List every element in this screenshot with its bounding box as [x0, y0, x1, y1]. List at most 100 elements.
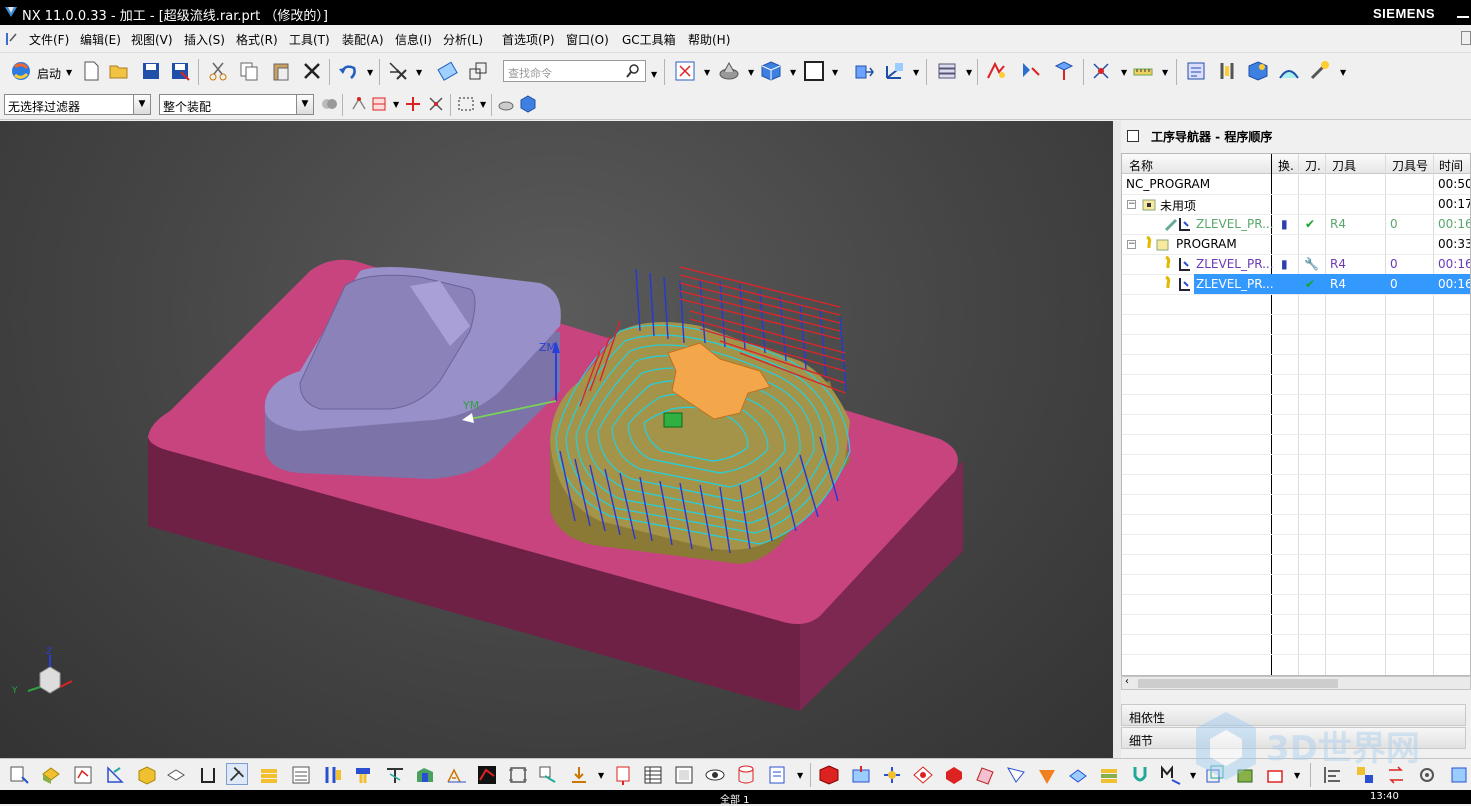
holder-icon[interactable] — [352, 764, 374, 786]
gouge-check-icon[interactable] — [476, 764, 498, 786]
render-style-icon[interactable] — [718, 60, 740, 82]
create-operation-icon[interactable] — [1309, 60, 1331, 82]
menu-tools[interactable]: 工具(T) — [289, 31, 330, 48]
surface-icon[interactable] — [974, 764, 996, 786]
output-dropdown-icon[interactable]: ▼ — [598, 771, 604, 780]
delete-icon[interactable] — [301, 60, 323, 82]
feeds-icon[interactable] — [881, 764, 903, 786]
col-path[interactable]: 刀. — [1305, 157, 1321, 174]
filter-dropdown-icon[interactable]: ▼ — [416, 68, 422, 77]
red-shape-icon[interactable] — [943, 764, 965, 786]
shaded-cube-icon[interactable] — [760, 60, 782, 82]
collapse-icon[interactable]: − — [1127, 240, 1136, 249]
orient-view-icon[interactable] — [853, 60, 875, 82]
measure-icon[interactable] — [1132, 60, 1154, 82]
collapse-icon[interactable]: − — [1127, 200, 1136, 209]
menu-preferences[interactable]: 首选项(P) — [502, 31, 555, 48]
transform-icon[interactable] — [537, 764, 559, 786]
bracket-icon[interactable] — [197, 764, 219, 786]
type-filter-select[interactable]: 无选择过滤器 ▼ — [4, 94, 151, 115]
operation-dropdown-icon[interactable]: ▼ — [1340, 68, 1346, 77]
menu-info[interactable]: 信息(I) — [395, 31, 432, 48]
render-dropdown-icon[interactable]: ▼ — [748, 68, 754, 77]
menu-file[interactable]: 文件(F) — [29, 31, 69, 48]
postprocess-icon[interactable] — [673, 764, 695, 786]
panel-splitter[interactable] — [1113, 121, 1121, 758]
report-icon[interactable] — [766, 764, 788, 786]
create-method-icon[interactable] — [104, 764, 126, 786]
snap-end-icon[interactable] — [370, 95, 388, 113]
wcs-dropdown-icon[interactable]: ▼ — [913, 68, 919, 77]
block-icon[interactable] — [135, 764, 157, 786]
tool-view-icon[interactable] — [1216, 60, 1238, 82]
open-folder-icon[interactable] — [108, 60, 130, 82]
tool-list-icon[interactable] — [322, 764, 344, 786]
tree-row-unused[interactable]: − 未用项 00:17: — [1122, 194, 1470, 214]
view-eye-icon[interactable] — [704, 764, 726, 786]
cut-icon[interactable] — [207, 60, 229, 82]
machining-icon[interactable] — [226, 763, 248, 785]
tree-row-zlevel-1[interactable]: ZLEVEL_PR... ▮ ✔ R4 0 00:16: — [1122, 214, 1470, 234]
paste-icon[interactable] — [270, 60, 292, 82]
menu-view[interactable]: 视图(V) — [131, 31, 173, 48]
snap-point-icon[interactable] — [350, 95, 368, 113]
navigator-tree[interactable]: 名称 换. 刀. 刀具 刀具号 时间 NC_PROGRAM 00:50: − — [1121, 153, 1471, 676]
create-tool-icon[interactable] — [40, 764, 62, 786]
output-icon[interactable] — [568, 764, 590, 786]
verify-path-icon[interactable] — [1053, 60, 1075, 82]
layer-dropdown-icon[interactable]: ▼ — [966, 68, 972, 77]
tree-row-nc-program[interactable]: NC_PROGRAM 00:50: — [1122, 174, 1470, 194]
report-dropdown-icon[interactable]: ▼ — [797, 771, 803, 780]
navigator-pin-icon[interactable] — [1127, 130, 1139, 142]
menu-assembly[interactable]: 装配(A) — [342, 31, 384, 48]
menu-gc-toolbox[interactable]: GC工具箱 — [622, 31, 676, 48]
layer-icon[interactable] — [165, 764, 187, 786]
tree-row-zlevel-2[interactable]: ZLEVEL_PR... ▮ 🔧 R4 0 00:16: — [1122, 254, 1470, 274]
scroll-left-icon[interactable]: ‹ — [1125, 676, 1129, 687]
show-cube-icon[interactable] — [519, 95, 537, 113]
snap-dropdown-icon[interactable]: ▼ — [393, 100, 399, 109]
start-dropdown-icon[interactable]: ▼ — [66, 68, 72, 77]
plane-icon[interactable] — [1067, 764, 1089, 786]
col-tool-number[interactable]: 刀具号 — [1392, 157, 1428, 174]
start-button[interactable]: 启动 — [37, 65, 61, 82]
database-icon[interactable] — [735, 764, 757, 786]
method-view-icon[interactable] — [1278, 60, 1300, 82]
menu-format[interactable]: 格式(R) — [236, 31, 278, 48]
generate-path-icon[interactable] — [1020, 60, 1042, 82]
restore-icon[interactable] — [1461, 31, 1471, 45]
shade-dropdown-icon[interactable]: ▼ — [790, 68, 796, 77]
menu-insert[interactable]: 插入(S) — [184, 31, 225, 48]
scroll-thumb[interactable] — [1138, 679, 1338, 688]
machine-m-icon[interactable] — [1160, 764, 1182, 786]
hide-icon[interactable] — [497, 95, 515, 113]
create-geometry-icon[interactable] — [72, 764, 94, 786]
search-dropdown-icon[interactable]: ▼ — [651, 70, 657, 79]
col-tool[interactable]: 刀具 — [1332, 157, 1356, 174]
list-icon[interactable] — [290, 764, 312, 786]
fit-view-icon[interactable] — [674, 60, 696, 82]
snap-intersect-icon[interactable] — [427, 95, 445, 113]
geometry-view-icon[interactable] — [1247, 60, 1269, 82]
scope-select[interactable]: 整个装配 ▼ — [159, 94, 314, 115]
background-icon[interactable] — [803, 60, 825, 82]
copy-icon[interactable] — [238, 60, 260, 82]
stock-icon[interactable] — [258, 764, 280, 786]
wcs-icon[interactable] — [883, 60, 905, 82]
view-dropdown-icon[interactable]: ▼ — [704, 68, 710, 77]
clamp-icon[interactable] — [1129, 764, 1151, 786]
tool-path-icon[interactable] — [985, 60, 1007, 82]
start-icon[interactable] — [10, 60, 32, 82]
assembly-select-icon[interactable] — [320, 95, 338, 113]
tree-row-zlevel-3[interactable]: ZLEVEL_PR... ✔ R4 0 00:16: — [1122, 274, 1470, 294]
measure-dropdown-icon[interactable]: ▼ — [1162, 68, 1168, 77]
type-filter-dropdown-icon[interactable]: ▼ — [133, 95, 150, 114]
selection-filter-icon[interactable] — [387, 60, 409, 82]
scope-dropdown-icon[interactable]: ▼ — [296, 95, 313, 114]
cut-levels-icon[interactable] — [850, 764, 872, 786]
minimize-button[interactable] — [1457, 6, 1469, 18]
flag-icon[interactable] — [1005, 764, 1027, 786]
red-cube-icon[interactable] — [818, 764, 840, 786]
csys-dropdown-icon[interactable]: ▼ — [1121, 68, 1127, 77]
create-program-icon[interactable] — [8, 764, 30, 786]
